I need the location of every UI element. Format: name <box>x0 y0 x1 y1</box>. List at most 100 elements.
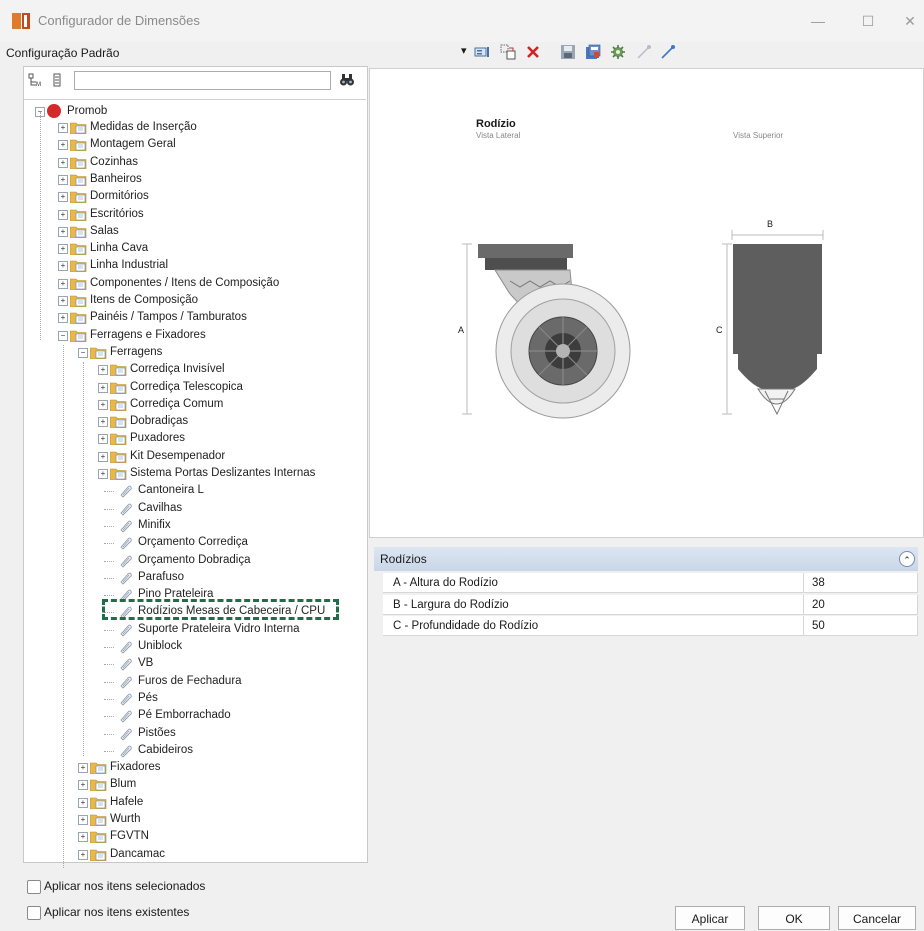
tree-node-root[interactable]: Promob <box>67 103 107 120</box>
save-icon[interactable] <box>560 44 576 60</box>
property-row[interactable]: C - Profundidade do Rodízio 50 <box>383 616 918 636</box>
tree-item[interactable]: Parafuso <box>138 569 184 586</box>
tree-folder[interactable]: Banheiros <box>90 171 142 188</box>
tree-item[interactable]: Orçamento Dobradiça <box>138 552 251 569</box>
tree-folder[interactable]: Medidas de Inserção <box>90 119 197 136</box>
minimize-button[interactable]: — <box>800 8 836 34</box>
dropdown-icon[interactable]: ▾ <box>461 44 467 57</box>
expander-icon[interactable]: + <box>58 313 68 324</box>
link-icon[interactable] <box>636 44 652 60</box>
collapse-all-icon[interactable] <box>52 73 66 87</box>
tree-item[interactable]: Cabideiros <box>138 742 193 759</box>
property-value[interactable]: 50 <box>803 616 919 635</box>
expander-icon[interactable]: + <box>98 399 108 410</box>
tree-item[interactable]: Pistões <box>138 725 176 742</box>
ok-button[interactable]: OK <box>758 906 830 930</box>
expander-icon[interactable]: + <box>98 417 108 428</box>
expander-icon[interactable]: + <box>58 140 68 151</box>
tree-folder[interactable]: Ferragens e Fixadores <box>90 327 206 344</box>
tree-folder[interactable]: Cozinhas <box>90 154 138 171</box>
tree-folder[interactable]: Blum <box>110 776 136 793</box>
expander-icon[interactable]: + <box>78 849 88 860</box>
expander-icon[interactable]: + <box>58 261 68 272</box>
collapse-icon[interactable]: ⌃ <box>899 551 915 567</box>
insert-icon[interactable] <box>474 44 490 60</box>
tree-folder[interactable]: Wurth <box>110 811 140 828</box>
folder-icon <box>89 797 107 809</box>
tree-folder[interactable]: Linha Industrial <box>90 257 168 274</box>
cancel-button[interactable]: Cancelar <box>838 906 916 930</box>
expander-icon[interactable]: + <box>98 451 108 462</box>
tree-folder[interactable]: Corrediça Invisível <box>130 361 225 378</box>
expander-icon[interactable]: + <box>78 815 88 825</box>
expander-icon[interactable]: + <box>58 157 68 168</box>
expander-icon[interactable]: + <box>78 780 88 791</box>
tree-folder[interactable]: Painéis / Tampos / Tamburatos <box>90 309 247 326</box>
maximize-button[interactable]: ☐ <box>850 8 886 34</box>
tree-folder[interactable]: Hafele <box>110 794 143 811</box>
expander-icon[interactable]: + <box>58 174 68 185</box>
tree-item[interactable]: Cavilhas <box>138 500 182 517</box>
tree-folder[interactable]: Dormitórios <box>90 188 149 205</box>
tree-folder[interactable]: Dancamac <box>110 846 165 863</box>
expander-icon[interactable]: + <box>58 123 68 133</box>
property-value[interactable]: 20 <box>803 594 919 614</box>
tree-folder[interactable]: Puxadores <box>130 430 185 447</box>
tree-connector <box>104 560 114 562</box>
search-input[interactable] <box>74 71 331 90</box>
expander-icon[interactable]: + <box>58 226 68 237</box>
tree-folder[interactable]: FGVTN <box>110 828 149 845</box>
expander-icon[interactable]: − <box>78 347 88 358</box>
expander-icon[interactable]: + <box>78 763 88 774</box>
tree-item[interactable]: Pé Emborrachado <box>138 707 231 724</box>
promob-logo-icon <box>47 104 61 118</box>
tree-folder[interactable]: Corrediça Telescopica <box>130 379 243 396</box>
tree-item[interactable]: Pés <box>138 690 158 707</box>
expander-icon[interactable]: + <box>98 365 108 376</box>
expand-all-icon[interactable]: M <box>28 73 42 87</box>
tree-item[interactable]: Suporte Prateleira Vidro Interna <box>138 621 300 638</box>
tree-item[interactable]: Uniblock <box>138 638 182 655</box>
apply-existing-checkbox[interactable] <box>27 906 41 920</box>
tree-folder[interactable]: Salas <box>90 223 119 240</box>
copy-icon[interactable] <box>500 44 516 60</box>
delete-icon[interactable] <box>525 44 541 60</box>
expander-icon[interactable]: + <box>58 244 68 255</box>
tree-item[interactable]: Cantoneira L <box>138 482 204 499</box>
expander-icon[interactable]: + <box>58 192 68 203</box>
tree-folder[interactable]: Fixadores <box>110 759 161 776</box>
tree-folder[interactable]: Escritórios <box>90 206 144 223</box>
tree-folder[interactable]: Sistema Portas Deslizantes Internas <box>130 465 315 482</box>
close-button[interactable]: ✕ <box>896 8 924 34</box>
expander-icon[interactable]: + <box>58 209 68 220</box>
expander-icon[interactable]: + <box>78 797 88 808</box>
expander-icon[interactable]: + <box>58 296 68 306</box>
tree-item[interactable]: VB <box>138 655 153 672</box>
tree-folder[interactable]: Linha Cava <box>90 240 148 257</box>
unlink-icon[interactable] <box>660 44 676 60</box>
apply-button[interactable]: Aplicar <box>675 906 745 930</box>
tree-item[interactable]: Furos de Fechadura <box>138 673 242 690</box>
apply-selected-checkbox[interactable] <box>27 880 41 894</box>
binoculars-icon[interactable] <box>339 72 355 88</box>
save-all-icon[interactable] <box>585 44 601 60</box>
property-value[interactable]: 38 <box>803 573 919 592</box>
property-row[interactable]: B - Largura do Rodízio 20 <box>383 594 919 615</box>
tree-folder-ferragens[interactable]: Ferragens <box>110 344 162 361</box>
settings-icon[interactable] <box>610 44 626 60</box>
tree-folder[interactable]: Montagem Geral <box>90 136 176 153</box>
tree-folder[interactable]: Componentes / Itens de Composição <box>90 275 279 292</box>
tree-folder[interactable]: Kit Desempenador <box>130 448 225 465</box>
property-row[interactable]: A - Altura do Rodízio 38 <box>383 573 918 593</box>
expander-icon[interactable]: − <box>58 330 68 341</box>
tree-folder[interactable]: Corrediça Comum <box>130 396 223 413</box>
tree-item[interactable]: Orçamento Corrediça <box>138 534 248 551</box>
expander-icon[interactable]: + <box>78 832 88 843</box>
tree-folder[interactable]: Itens de Composição <box>90 292 198 309</box>
tree-item[interactable]: Minifix <box>138 517 171 534</box>
expander-icon[interactable]: + <box>98 434 108 445</box>
expander-icon[interactable]: + <box>58 278 68 289</box>
expander-icon[interactable]: + <box>98 469 108 479</box>
tree-folder[interactable]: Dobradiças <box>130 413 188 430</box>
expander-icon[interactable]: + <box>98 382 108 393</box>
